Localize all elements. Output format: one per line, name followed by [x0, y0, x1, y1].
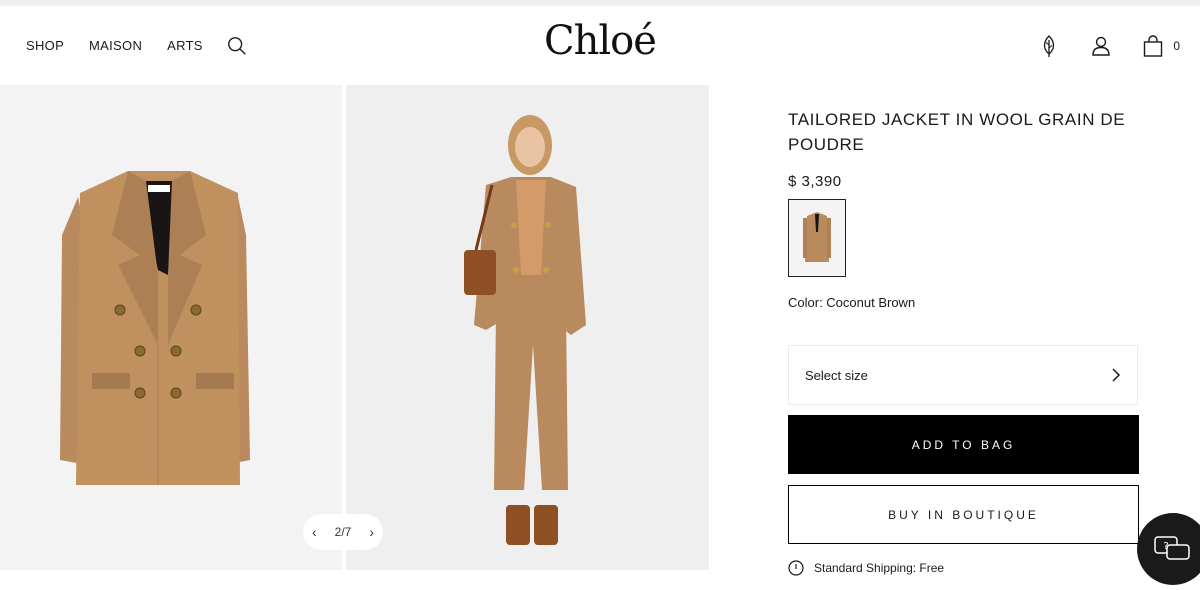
size-selector-label: Select size — [805, 367, 868, 383]
chevron-right-icon — [1112, 368, 1121, 382]
chat-icon: ? — [1154, 536, 1190, 560]
info-icon — [788, 560, 804, 576]
product-image-model[interactable] — [346, 85, 709, 570]
nav-shop[interactable]: SHOP — [26, 38, 64, 53]
site-header: SHOP MAISON ARTS Chloé 0 — [0, 6, 1200, 85]
jacket-illustration — [0, 85, 342, 570]
user-icon[interactable] — [1089, 34, 1113, 58]
header-icons: 0 — [1009, 6, 1180, 85]
product-image-jacket[interactable] — [0, 85, 342, 570]
chevron-left-icon[interactable]: ‹ — [312, 524, 317, 540]
main-nav: SHOP MAISON ARTS — [26, 6, 248, 85]
model-illustration — [346, 85, 709, 570]
shipping-info: Standard Shipping: Free — [788, 560, 944, 576]
pager-count: 2/7 — [334, 525, 352, 539]
product-title: TAILORED JACKET IN WOOL GRAIN DE POUDRE — [788, 110, 1126, 154]
shipping-text: Standard Shipping: Free — [814, 561, 945, 575]
nav-arts[interactable]: ARTS — [167, 38, 203, 53]
buy-in-boutique-button[interactable]: BUY IN BOUTIQUE — [788, 485, 1139, 544]
brand-logo[interactable]: Chloé — [544, 18, 657, 64]
nav-maison[interactable]: MAISON — [89, 38, 142, 53]
size-selector[interactable]: Select size — [788, 345, 1138, 405]
gallery-pager: ‹ 2/7 › — [303, 514, 383, 550]
search-icon[interactable] — [226, 35, 248, 57]
product-info: TAILORED JACKET IN WOOL GRAIN DE POUDRE … — [788, 107, 1138, 190]
color-swatch[interactable] — [788, 199, 846, 277]
color-label: Color: Coconut Brown — [788, 295, 916, 310]
add-to-bag-button[interactable]: ADD TO BAG — [788, 415, 1139, 474]
product-price: $ 3,390 — [788, 173, 842, 190]
shopping-bag-icon[interactable] — [1141, 34, 1165, 58]
bag-count: 0 — [1173, 38, 1180, 53]
leaf-icon[interactable] — [1037, 34, 1061, 58]
chevron-right-icon[interactable]: › — [369, 524, 374, 540]
swatch-thumbnail — [803, 212, 831, 262]
chat-button[interactable]: ? — [1137, 513, 1200, 585]
